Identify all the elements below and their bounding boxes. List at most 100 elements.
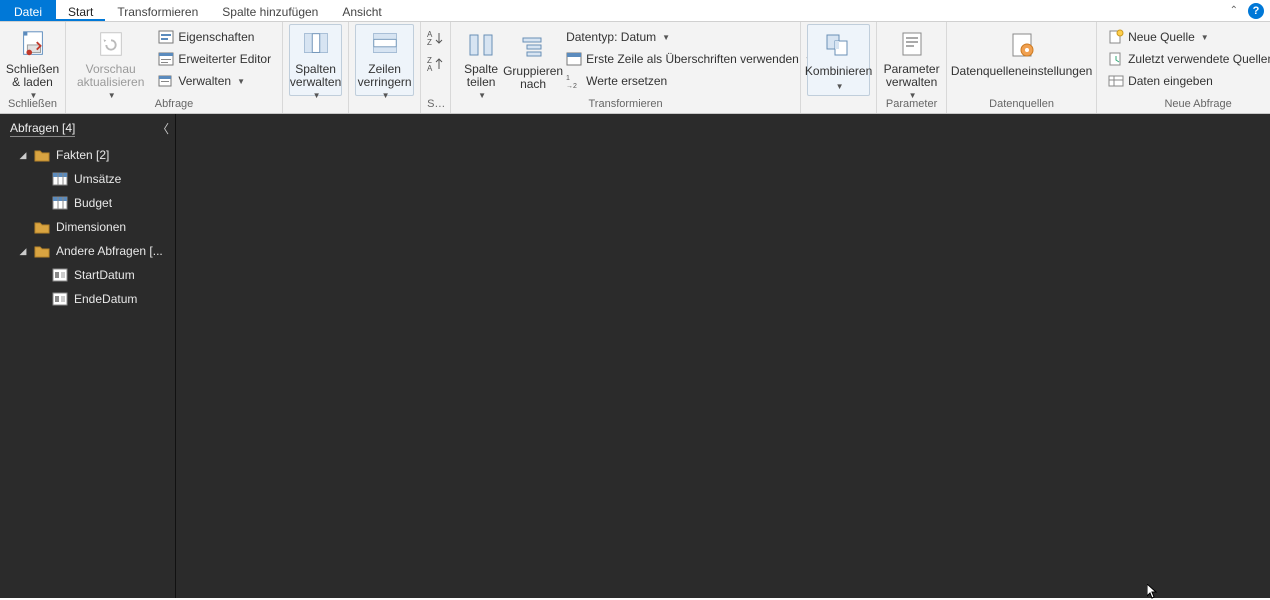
split-column-icon (465, 29, 497, 59)
group-label-new-query: Neue Abfrage (1103, 97, 1270, 113)
reduce-rows-button[interactable]: Zeilen verringern▼ (355, 24, 414, 96)
parameter-icon (52, 268, 68, 282)
enter-data-label: Daten eingeben (1128, 74, 1213, 88)
ribbon: Schließen & laden▼ Schließen Vorschau ak… (0, 22, 1270, 114)
group-label-cols (289, 97, 342, 113)
split-column-label: Spalte teilen (464, 63, 498, 89)
properties-label: Eigenschaften (178, 30, 254, 44)
tab-view[interactable]: Ansicht (330, 0, 393, 21)
table-icon (52, 172, 68, 186)
split-column-button[interactable]: Spalte teilen▼ (457, 24, 505, 96)
first-row-headers-label: Erste Zeile als Überschriften verwenden (586, 52, 799, 66)
help-button[interactable]: ? (1248, 3, 1264, 19)
new-source-label: Neue Quelle (1128, 30, 1195, 44)
tree-item-label: Umsätze (74, 172, 121, 186)
refresh-preview-button[interactable]: Vorschau aktualisieren▼ (72, 24, 149, 96)
advanced-editor-icon (158, 51, 174, 67)
close-and-load-label: Schließen & laden (6, 63, 59, 89)
tree-query-endedatum[interactable]: EndeDatum (0, 287, 175, 311)
editor-canvas (176, 114, 1270, 598)
group-label-datasources: Datenquellen (953, 97, 1090, 113)
replace-values-label: Werte ersetzen (586, 74, 667, 88)
tree-folder-label: Dimensionen (56, 220, 126, 234)
group-label-rows (355, 97, 414, 113)
tree-folder-andere-abfragen[interactable]: ◢ Andere Abfragen [... (0, 239, 175, 263)
replace-values-icon: 1→2 (566, 73, 582, 89)
group-by-button[interactable]: Gruppieren nach (509, 24, 557, 96)
recent-sources-label: Zuletzt verwendete Quellen (1128, 52, 1270, 66)
parameters-icon (896, 29, 928, 59)
group-label-close: Schließen (6, 97, 59, 113)
tree-item-label: Budget (74, 196, 112, 210)
data-type-button[interactable]: Datentyp: Datum▼ (561, 26, 818, 48)
tree-query-startdatum[interactable]: StartDatum (0, 263, 175, 287)
refresh-icon (95, 29, 127, 59)
tree-query-budget[interactable]: Budget (0, 191, 175, 215)
tree-item-label: StartDatum (74, 268, 135, 282)
enter-data-icon (1108, 73, 1124, 89)
tab-file[interactable]: Datei (0, 0, 56, 21)
table-icon (52, 196, 68, 210)
data-type-label: Datentyp: Datum (566, 30, 656, 44)
ribbon-tabstrip: Datei Start Transformieren Spalte hinzuf… (0, 0, 1270, 22)
svg-text:1: 1 (566, 75, 570, 82)
properties-button[interactable]: Eigenschaften (153, 26, 276, 48)
expander-icon: ◢ (18, 150, 28, 161)
combine-button[interactable]: Kombinieren ▼ (807, 24, 870, 96)
tree-item-label: EndeDatum (74, 292, 137, 306)
advanced-editor-label: Erweiterter Editor (178, 52, 271, 66)
queries-tree: ◢ Fakten [2] Umsätze (0, 141, 175, 313)
use-first-row-headers-button[interactable]: Erste Zeile als Überschriften verwenden▼ (561, 48, 818, 70)
combine-icon (823, 29, 855, 61)
tree-folder-label: Andere Abfragen [... (56, 244, 163, 258)
first-row-headers-icon (566, 51, 582, 67)
collapse-queries-pane-button[interactable]: 〈 (157, 120, 169, 137)
tree-query-umsaetze[interactable]: Umsätze (0, 167, 175, 191)
reduce-rows-label: Zeilen verringern (358, 63, 412, 89)
sort-asc-button[interactable]: AZ (427, 30, 445, 46)
tree-folder-dimensionen[interactable]: Dimensionen (0, 215, 175, 239)
properties-icon (158, 29, 174, 45)
manage-parameters-button[interactable]: Parameter verwalten▼ (883, 24, 940, 96)
refresh-preview-label: Vorschau aktualisieren (77, 63, 144, 89)
close-and-load-button[interactable]: Schließen & laden▼ (6, 24, 59, 96)
tab-transform[interactable]: Transformieren (105, 0, 210, 21)
manage-parameters-label: Parameter verwalten (884, 63, 940, 89)
group-by-icon (517, 29, 549, 61)
svg-text:A: A (427, 64, 433, 72)
svg-text:→2: →2 (566, 83, 577, 89)
tree-folder-fakten[interactable]: ◢ Fakten [2] (0, 143, 175, 167)
manage-columns-button[interactable]: Spalten verwalten▼ (289, 24, 342, 96)
group-label-sort: So... (427, 97, 444, 113)
tree-folder-label: Fakten [2] (56, 148, 109, 162)
new-source-button[interactable]: Neue Quelle▼ (1103, 26, 1270, 48)
folder-icon (34, 220, 50, 234)
replace-values-button[interactable]: 1→2 Werte ersetzen (561, 70, 818, 92)
folder-icon (34, 244, 50, 258)
tab-home[interactable]: Start (56, 0, 105, 21)
folder-icon (34, 148, 50, 162)
data-source-settings-icon (1006, 29, 1038, 61)
combine-label: Kombinieren (805, 65, 872, 78)
tab-add-column[interactable]: Spalte hinzufügen (210, 0, 330, 21)
expander-icon: ◢ (18, 246, 28, 257)
recent-sources-button[interactable]: Zuletzt verwendete Quellen▼ (1103, 48, 1270, 70)
advanced-editor-button[interactable]: Erweiterter Editor (153, 48, 276, 70)
manage-label: Verwalten (178, 74, 231, 88)
enter-data-button[interactable]: Daten eingeben (1103, 70, 1270, 92)
group-label-transform: Transformieren (457, 97, 794, 113)
manage-columns-label: Spalten verwalten (290, 63, 341, 89)
group-label-parameters: Parameter (883, 97, 940, 113)
manage-columns-icon (300, 29, 332, 59)
recent-sources-icon (1108, 51, 1124, 67)
svg-text:Z: Z (427, 38, 432, 46)
manage-icon (158, 73, 174, 89)
group-label-query: Abfrage (72, 97, 276, 113)
manage-button[interactable]: Verwalten▼ (153, 70, 276, 92)
new-source-icon (1108, 29, 1124, 45)
data-source-settings-label: Datenquelleneinstellungen (951, 65, 1092, 78)
sort-desc-button[interactable]: ZA (427, 56, 445, 72)
data-source-settings-button[interactable]: Datenquelleneinstellungen (953, 24, 1090, 96)
queries-pane-title: Abfragen [4] (10, 121, 75, 137)
collapse-ribbon-button[interactable]: ⌃ (1226, 3, 1242, 18)
